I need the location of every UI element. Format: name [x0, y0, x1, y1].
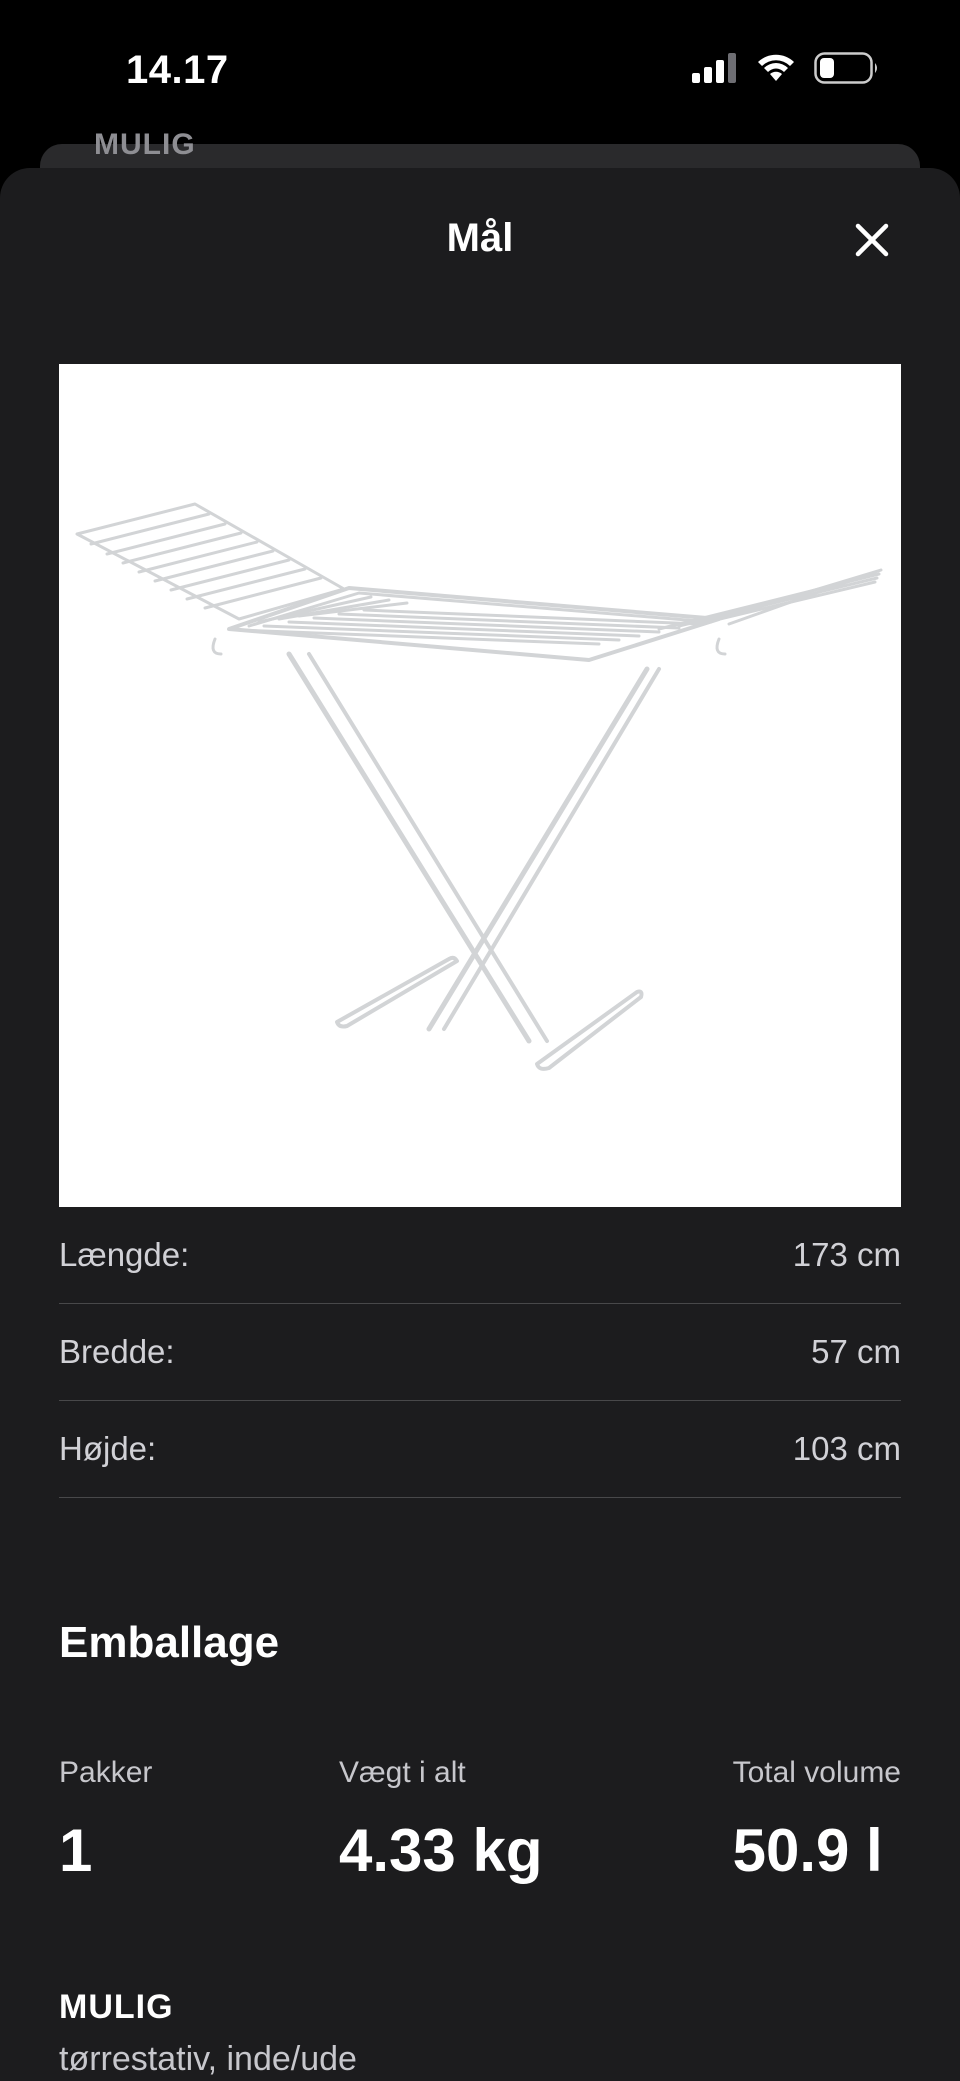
product-description: tørrestativ, inde/ude: [59, 2040, 357, 2078]
dimension-value: 173 cm: [792, 1236, 901, 1273]
weight-label: Vægt i alt: [339, 1756, 466, 1789]
volume-value: 50.9 l: [732, 1817, 883, 1884]
dimension-label: Højde:: [59, 1430, 157, 1467]
weight-stat: Vægt i alt 4.33 kg: [339, 1756, 542, 1885]
product-name: MULIG: [59, 1988, 174, 2026]
packaging-stats: Pakker 1 Vægt i alt 4.33 kg Total volume…: [59, 1756, 901, 1886]
weight-value: 4.33 kg: [339, 1817, 543, 1884]
packaging-heading: Emballage: [59, 1618, 280, 1667]
dimension-label: Længde:: [59, 1236, 190, 1273]
dimension-value: 57 cm: [811, 1333, 901, 1370]
product-image: [59, 364, 901, 1207]
dimension-row-width: Bredde: 57 cm: [59, 1304, 901, 1401]
dimension-label: Bredde:: [59, 1333, 175, 1370]
packages-stat: Pakker 1: [59, 1756, 152, 1885]
dimension-value: 103 cm: [792, 1430, 901, 1467]
dimension-row-length: Længde: 173 cm: [59, 1207, 901, 1304]
battery-icon: [814, 52, 877, 84]
close-icon: [855, 223, 889, 257]
status-icons: [692, 52, 880, 84]
packages-label: Pakker: [59, 1756, 153, 1789]
volume-stat: Total volume 50.9 l: [733, 1756, 901, 1885]
dimension-row-height: Højde: 103 cm: [59, 1401, 901, 1498]
volume-label: Total volume: [732, 1756, 901, 1789]
packages-value: 1: [59, 1817, 93, 1884]
background-sheet-label: MULIG: [94, 128, 196, 161]
dimensions-list: Længde: 173 cm Bredde: 57 cm Højde: 103 …: [59, 1207, 901, 1498]
cellular-signal-icon: [692, 53, 736, 83]
dimensions-sheet: Mål Længde: 173 cm Bredde: 57 cm Højde: …: [0, 168, 960, 2081]
status-bar: 14.17: [0, 0, 960, 140]
sheet-title: Mål: [446, 216, 514, 260]
close-button[interactable]: [848, 216, 896, 264]
drying-rack-illustration: [75, 502, 883, 1071]
wifi-icon: [758, 54, 794, 81]
status-time: 14.17: [126, 48, 229, 92]
